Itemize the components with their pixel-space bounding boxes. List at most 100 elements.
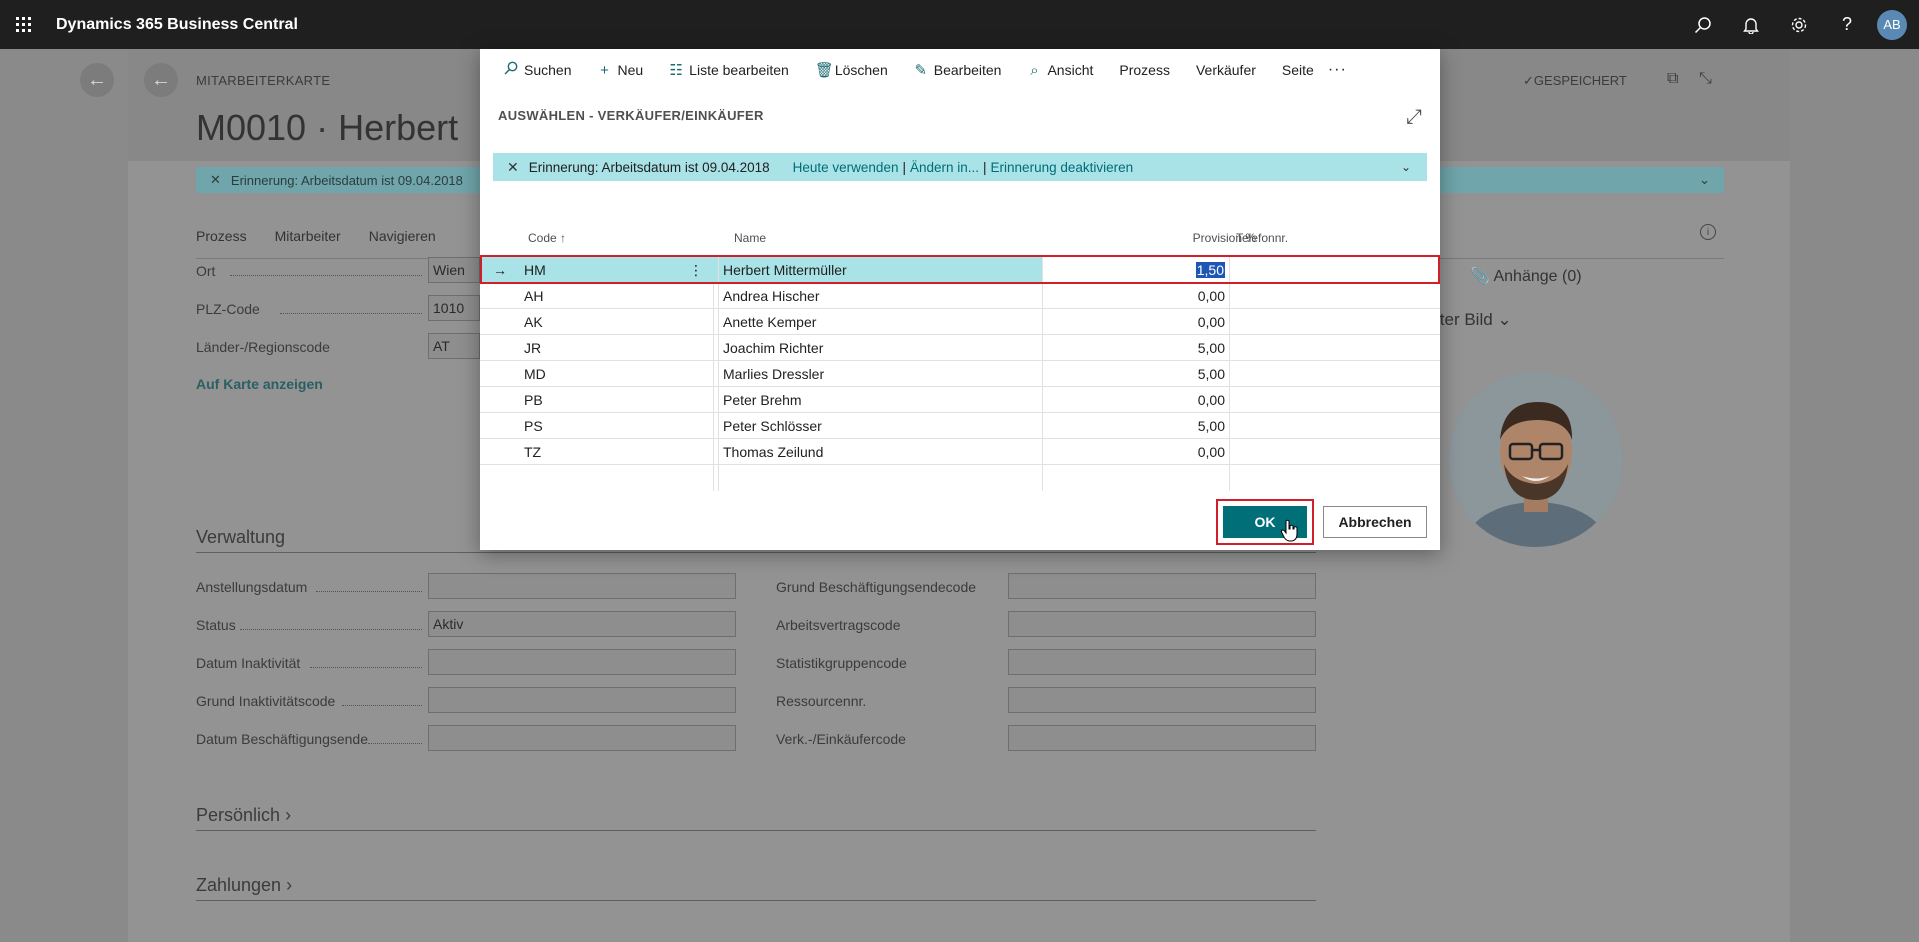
ressourcennr-select[interactable] xyxy=(1008,687,1316,713)
collapse-icon[interactable]: ⤡ xyxy=(1699,70,1712,88)
cell-name[interactable]: Thomas Zeilund xyxy=(718,439,1018,465)
more-options-icon[interactable]: ··· xyxy=(1328,61,1347,79)
divider xyxy=(196,900,1316,901)
section-verwaltung[interactable]: Verwaltung xyxy=(196,527,285,548)
cell-provision[interactable]: 0,00 xyxy=(1042,387,1230,413)
row-menu-icon[interactable]: ⋮ xyxy=(678,257,714,283)
cell-name[interactable]: Anette Kemper xyxy=(718,309,1018,335)
column-header-code[interactable]: Code ↑ xyxy=(528,231,566,245)
cell-provision[interactable]: 0,00 xyxy=(1042,309,1230,335)
toolbar-search[interactable]: Suchen xyxy=(504,61,571,79)
field-label: Ressourcennr. xyxy=(776,693,867,709)
toolbar-new[interactable]: + Neu xyxy=(597,62,643,79)
toolbar-edit-list[interactable]: ☷ Liste bearbeiten xyxy=(669,61,788,79)
expand-icon[interactable]: ⤢ xyxy=(1406,106,1422,129)
avatar[interactable]: AB xyxy=(1877,9,1907,40)
section-zahlungen[interactable]: Zahlungen › xyxy=(196,875,292,896)
close-icon[interactable]: ✕ xyxy=(210,172,221,188)
table-row[interactable]: AK Anette Kemper 0,00 xyxy=(480,309,1440,335)
column-header-name[interactable]: Name xyxy=(734,231,766,245)
action-prozess[interactable]: Prozess xyxy=(196,228,247,244)
table-row[interactable]: AH Andrea Hischer 0,00 xyxy=(480,283,1440,309)
cell-tel[interactable] xyxy=(1230,283,1440,309)
separator: | xyxy=(902,159,906,175)
cell-provision[interactable] xyxy=(1042,465,1230,491)
use-today-link[interactable]: Heute verwenden xyxy=(793,160,899,175)
toolbar-prozess[interactable]: Prozess xyxy=(1119,62,1170,78)
open-new-window-icon[interactable]: ⧉ xyxy=(1667,70,1678,88)
row-menu-cell xyxy=(678,335,714,361)
cancel-button[interactable]: Abbrechen xyxy=(1323,506,1427,538)
cell-name[interactable] xyxy=(718,465,1018,491)
paperclip-icon: 📎 xyxy=(1470,268,1490,285)
arbeitsvertrag-select[interactable] xyxy=(1008,611,1316,637)
row-menu-cell xyxy=(678,465,714,491)
cell-name[interactable]: Peter Brehm xyxy=(718,387,1018,413)
search-icon[interactable] xyxy=(1679,0,1727,49)
action-navigieren[interactable]: Navigieren xyxy=(369,228,436,244)
cell-provision[interactable]: 5,00 xyxy=(1042,335,1230,361)
cell-name[interactable]: Joachim Richter xyxy=(718,335,1018,361)
table-row[interactable]: → HM ⋮ Herbert Mittermüller 1,50 xyxy=(480,257,1440,283)
cell-tel[interactable] xyxy=(1230,439,1440,465)
column-header-telefon[interactable]: Telefonnr. xyxy=(1236,231,1288,245)
grund-beschaeftigungsende-select[interactable] xyxy=(1008,573,1316,599)
cell-provision[interactable]: 5,00 xyxy=(1042,413,1230,439)
cell-provision[interactable]: 5,00 xyxy=(1042,361,1230,387)
cell-provision-input[interactable]: 1,50 xyxy=(1042,257,1230,283)
close-icon[interactable]: ✕ xyxy=(507,159,519,176)
toolbar-view[interactable]: ⌕ Ansicht xyxy=(1027,62,1093,79)
table-row[interactable]: MD Marlies Dressler 5,00 xyxy=(480,361,1440,387)
cell-name[interactable]: Peter Schlösser xyxy=(718,413,1018,439)
statistikgruppe-select[interactable] xyxy=(1008,649,1316,675)
table-row[interactable]: TZ Thomas Zeilund 0,00 xyxy=(480,439,1440,465)
table-row[interactable]: PB Peter Brehm 0,00 xyxy=(480,387,1440,413)
toolbar-verkaeufer[interactable]: Verkäufer xyxy=(1196,62,1256,78)
map-link[interactable]: Auf Karte anzeigen xyxy=(196,376,323,392)
chevron-down-icon[interactable]: ⌄ xyxy=(1401,160,1411,174)
cell-tel[interactable] xyxy=(1230,387,1440,413)
cell-tel[interactable] xyxy=(1230,413,1440,439)
change-to-link[interactable]: Ändern in... xyxy=(910,160,979,175)
anstellungsdatum-field[interactable] xyxy=(428,573,736,599)
cell-name[interactable]: Marlies Dressler xyxy=(718,361,1018,387)
app-title[interactable]: Dynamics 365 Business Central xyxy=(56,16,298,34)
land-field[interactable]: AT xyxy=(428,333,480,359)
help-icon[interactable]: ? xyxy=(1823,0,1871,49)
chevron-down-icon[interactable]: ⌄ xyxy=(1699,172,1710,188)
divider xyxy=(316,591,422,592)
ort-field[interactable]: Wien xyxy=(428,257,480,283)
toolbar-edit[interactable]: ✎ Bearbeiten xyxy=(914,61,1001,79)
cell-tel[interactable] xyxy=(1230,309,1440,335)
back-arrow-icon[interactable]: ← xyxy=(80,63,114,97)
section-persoenlich[interactable]: Persönlich › xyxy=(196,805,291,826)
toolbar-delete[interactable]: 🗑 Löschen xyxy=(815,61,888,79)
plz-field[interactable]: 1010 xyxy=(428,295,480,321)
hand-cursor-icon xyxy=(1280,519,1298,542)
cell-name[interactable]: Andrea Hischer xyxy=(718,283,1018,309)
toolbar-seite[interactable]: Seite xyxy=(1282,62,1314,78)
gear-icon[interactable] xyxy=(1775,0,1823,49)
action-mitarbeiter[interactable]: Mitarbeiter xyxy=(275,228,341,244)
datum-inaktivitaet-field[interactable] xyxy=(428,649,736,675)
status-select[interactable]: Aktiv xyxy=(428,611,736,637)
waffle-icon[interactable] xyxy=(0,0,46,49)
table-row[interactable]: PS Peter Schlösser 5,00 xyxy=(480,413,1440,439)
info-icon[interactable]: i xyxy=(1700,224,1716,240)
attachments-link[interactable]: 📎 Anhänge (0) xyxy=(1470,266,1582,286)
grund-inaktivitaet-select[interactable] xyxy=(428,687,736,713)
cell-tel[interactable] xyxy=(1230,335,1440,361)
cell-provision[interactable]: 0,00 xyxy=(1042,439,1230,465)
picture-header[interactable]: iter Bild ⌄ xyxy=(1436,310,1512,330)
verkaeufercode-select[interactable] xyxy=(1008,725,1316,751)
datum-beschaeftigungsende-field[interactable] xyxy=(428,725,736,751)
cell-name[interactable]: Herbert Mittermüller xyxy=(718,257,1018,283)
table-row[interactable]: JR Joachim Richter 5,00 xyxy=(480,335,1440,361)
cell-tel[interactable] xyxy=(1230,257,1440,283)
cell-provision[interactable]: 0,00 xyxy=(1042,283,1230,309)
back-arrow-icon[interactable]: ← xyxy=(144,63,178,97)
cell-tel[interactable] xyxy=(1230,361,1440,387)
bell-icon[interactable] xyxy=(1727,0,1775,49)
table-row-empty[interactable] xyxy=(480,465,1440,491)
disable-reminder-link[interactable]: Erinnerung deaktivieren xyxy=(991,160,1134,175)
